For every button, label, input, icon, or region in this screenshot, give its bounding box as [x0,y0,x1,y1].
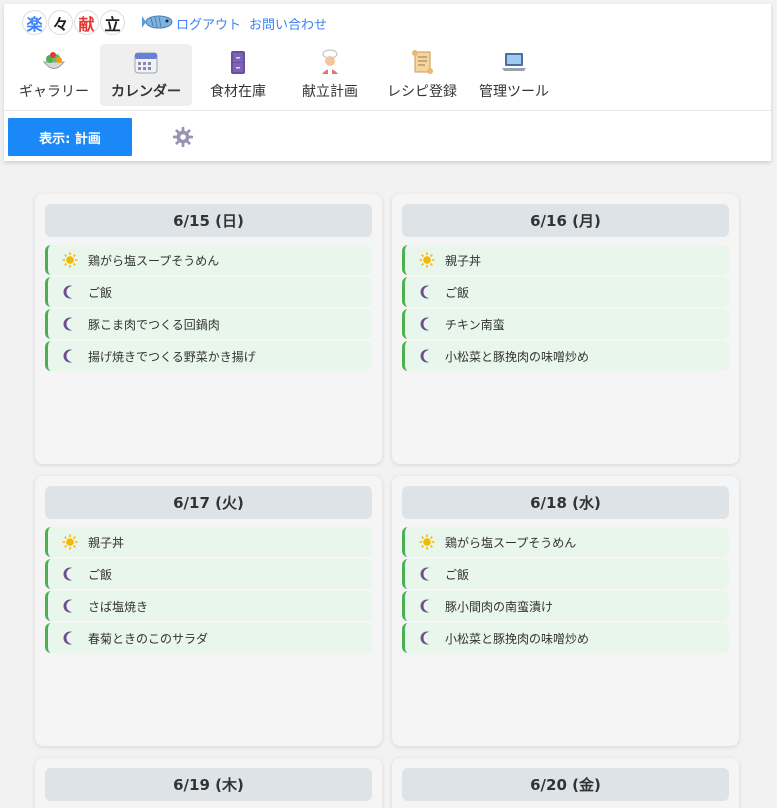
meal-name: ご飯 [445,567,470,582]
meal-name: 小松菜と豚挽肉の味噌炒め [445,631,590,646]
nav-item-admin-tools[interactable]: 管理ツール [468,44,560,106]
meal-item[interactable]: 鶏がら塩スープそうめん [402,527,729,557]
day-header: 6/18 (水) [402,486,729,519]
day-header: 6/20 (金) [402,768,729,801]
nav-item-label: 献立計画 [302,84,358,100]
meal-item[interactable]: 揚げ焼きでつくる野菜かき揚げ [45,341,372,371]
sun-icon [62,534,78,550]
nav-item-gallery[interactable]: ギャラリー [8,44,100,106]
contact-link[interactable]: お問い合わせ [249,14,327,33]
nav-item-label: 管理ツール [479,84,549,100]
day-card: 6/17 (火) 親子丼ご飯さば塩焼き春菊ときのこのサラダ [35,476,382,746]
meal-item[interactable]: 小松菜と豚挽肉の味噌炒め [402,623,729,653]
calendar-grid: 6/15 (日) 鶏がら塩スープそうめん ご飯 豚こま肉でつくる回鍋肉 揚げ焼きでつくる… [35,194,739,808]
meal-name: 鶏がら塩スープそうめん [88,253,220,268]
meal-name: 揚げ焼きでつくる野菜かき揚げ [88,349,256,364]
chef-icon [317,49,343,75]
moon-icon [62,598,78,614]
meal-list: 鶏がら塩スープそうめん ご飯豚こま肉でつくる回鍋肉揚げ焼きでつくる野菜かき揚げ [45,245,372,371]
nav-item-menu-plan[interactable]: 献立計画 [284,44,376,106]
meal-name: ご飯 [445,285,470,300]
app-header: 楽 々 献 立 ログアウト お問い合わせ ギャラリー カレンダー 食材在庫 献立… [4,4,771,161]
nav-item-label: レシピ登録 [387,84,457,100]
logout-link[interactable]: ログアウト [176,14,241,33]
meal-name: チキン南蛮 [445,317,505,332]
moon-icon [419,348,435,364]
moon-icon [419,630,435,646]
moon-icon [62,630,78,646]
sun-icon [419,252,435,268]
logo-char: 楽 [22,10,47,35]
moon-icon [62,566,78,582]
moon-icon [419,598,435,614]
nav-item-label: ギャラリー [19,84,89,100]
meal-name: ご飯 [88,285,113,300]
calendar-icon [133,49,159,75]
meal-item[interactable]: さば塩焼き [45,591,372,621]
meal-item[interactable]: 豚小間肉の南蛮漬け [402,591,729,621]
meal-name: 小松菜と豚挽肉の味噌炒め [445,349,590,364]
meal-item[interactable]: ご飯 [402,559,729,589]
day-card: 6/15 (日) 鶏がら塩スープそうめん ご飯豚こま肉でつくる回鍋肉揚げ焼きでつくる… [35,194,382,464]
sun-icon [62,252,78,268]
meal-item[interactable]: 親子丼 [402,245,729,275]
moon-icon [419,566,435,582]
day-card: 6/16 (月) 親子丼ご飯チキン南蛮小松菜と豚挽肉の味噌炒め [392,194,739,464]
view-mode-button[interactable]: 表示: 計画 [8,118,132,156]
meal-item[interactable]: ご飯 [45,277,372,307]
logo-char: 立 [100,10,125,35]
meal-item[interactable]: 春菊ときのこのサラダ [45,623,372,653]
header-divider [4,110,771,111]
meal-name: さば塩焼き [88,599,149,614]
meal-item[interactable]: ご飯 [45,559,372,589]
day-card: 6/19 (木) [35,758,382,808]
day-header: 6/19 (木) [45,768,372,801]
meal-list: 親子丼ご飯さば塩焼き春菊ときのこのサラダ [45,527,372,653]
meal-name: 親子丼 [88,535,125,550]
day-header: 6/16 (月) [402,204,729,237]
day-card: 6/20 (金) [392,758,739,808]
moon-icon [62,284,78,300]
nav-item-label: 食材在庫 [210,84,266,100]
app-logo[interactable]: 楽 々 献 立 [22,10,125,35]
scroll-icon [409,49,435,75]
meal-name: 鶏がら塩スープそうめん [445,535,577,550]
meal-item[interactable]: 小松菜と豚挽肉の味噌炒め [402,341,729,371]
cabinet-icon [225,49,251,75]
moon-icon [419,316,435,332]
laptop-icon [501,49,527,75]
meal-name: ご飯 [88,567,113,582]
meal-list: 鶏がら塩スープそうめん ご飯豚小間肉の南蛮漬け小松菜と豚挽肉の味噌炒め [402,527,729,653]
salad-bowl-icon [41,49,67,75]
day-header: 6/17 (火) [45,486,372,519]
logo-char: 々 [48,10,73,35]
meal-item[interactable]: ご飯 [402,277,729,307]
nav-item-calendar[interactable]: カレンダー [100,44,192,106]
main-nav: ギャラリー カレンダー 食材在庫 献立計画 レシピ登録 管理ツール [8,44,560,106]
nav-item-inventory[interactable]: 食材在庫 [192,44,284,106]
meal-name: 豚こま肉でつくる回鍋肉 [88,317,220,332]
nav-item-recipe-register[interactable]: レシピ登録 [376,44,468,106]
day-card: 6/18 (水) 鶏がら塩スープそうめん ご飯豚小間肉の南蛮漬け小松菜と豚挽肉の味噌… [392,476,739,746]
fish-icon [142,15,173,29]
day-header: 6/15 (日) [45,204,372,237]
sun-icon [419,534,435,550]
moon-icon [62,348,78,364]
meal-item[interactable]: チキン南蛮 [402,309,729,339]
moon-icon [419,284,435,300]
moon-icon [62,316,78,332]
gear-icon[interactable] [172,126,194,148]
meal-item[interactable]: 親子丼 [45,527,372,557]
meal-name: 親子丼 [445,253,482,268]
meal-item[interactable]: 鶏がら塩スープそうめん [45,245,372,275]
meal-name: 春菊ときのこのサラダ [88,631,209,646]
nav-item-label: カレンダー [111,84,181,100]
meal-item[interactable]: 豚こま肉でつくる回鍋肉 [45,309,372,339]
meal-name: 豚小間肉の南蛮漬け [445,599,554,614]
meal-list: 親子丼ご飯チキン南蛮小松菜と豚挽肉の味噌炒め [402,245,729,371]
logo-char: 献 [74,10,99,35]
